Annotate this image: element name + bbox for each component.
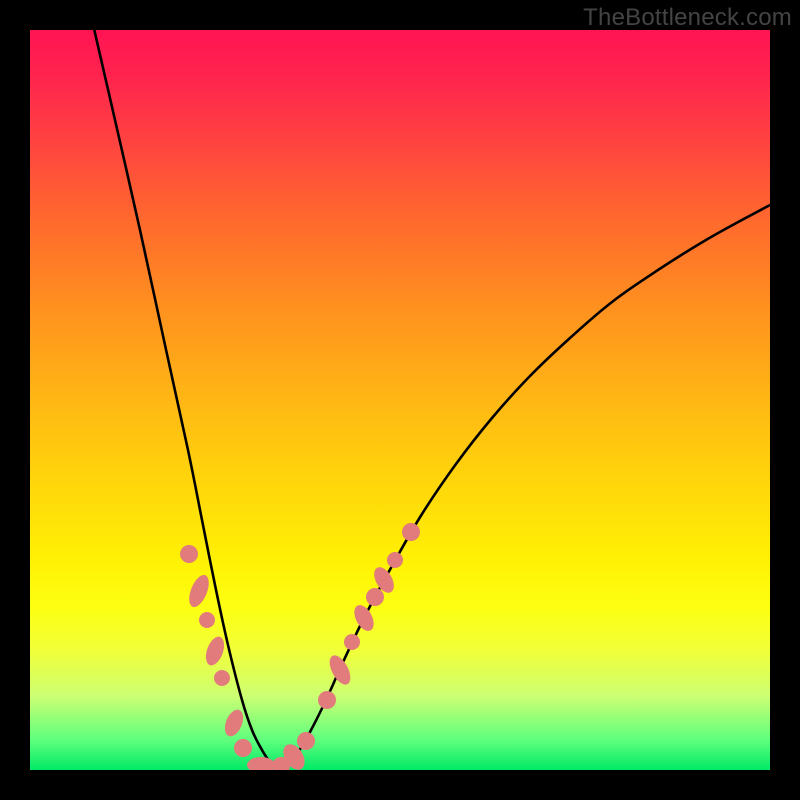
plot-area bbox=[30, 30, 770, 770]
marker-dot-6 bbox=[234, 739, 252, 757]
marker-dot-18 bbox=[402, 523, 420, 541]
marker-pill-5 bbox=[221, 707, 246, 739]
curve-left_branch bbox=[92, 30, 276, 766]
chart-svg bbox=[30, 30, 770, 770]
marker-dot-17 bbox=[387, 552, 403, 568]
series-group bbox=[92, 30, 770, 766]
watermark-text: TheBottleneck.com bbox=[583, 4, 792, 32]
outer-frame: TheBottleneck.com bbox=[0, 0, 800, 800]
marker-dot-4 bbox=[214, 670, 230, 686]
marker-pill-14 bbox=[350, 602, 377, 634]
marker-dot-2 bbox=[199, 612, 215, 628]
marker-dot-10 bbox=[297, 732, 315, 750]
marker-pill-1 bbox=[185, 572, 213, 610]
marker-dot-15 bbox=[366, 588, 384, 606]
marker-dot-13 bbox=[344, 634, 360, 650]
curve-right_branch bbox=[276, 200, 770, 766]
marker-dot-0 bbox=[180, 545, 198, 563]
marker-pill-3 bbox=[202, 634, 227, 668]
markers-group bbox=[180, 523, 420, 770]
marker-pill-12 bbox=[325, 652, 354, 688]
marker-dot-11 bbox=[318, 691, 336, 709]
marker-pill-7 bbox=[247, 757, 275, 770]
